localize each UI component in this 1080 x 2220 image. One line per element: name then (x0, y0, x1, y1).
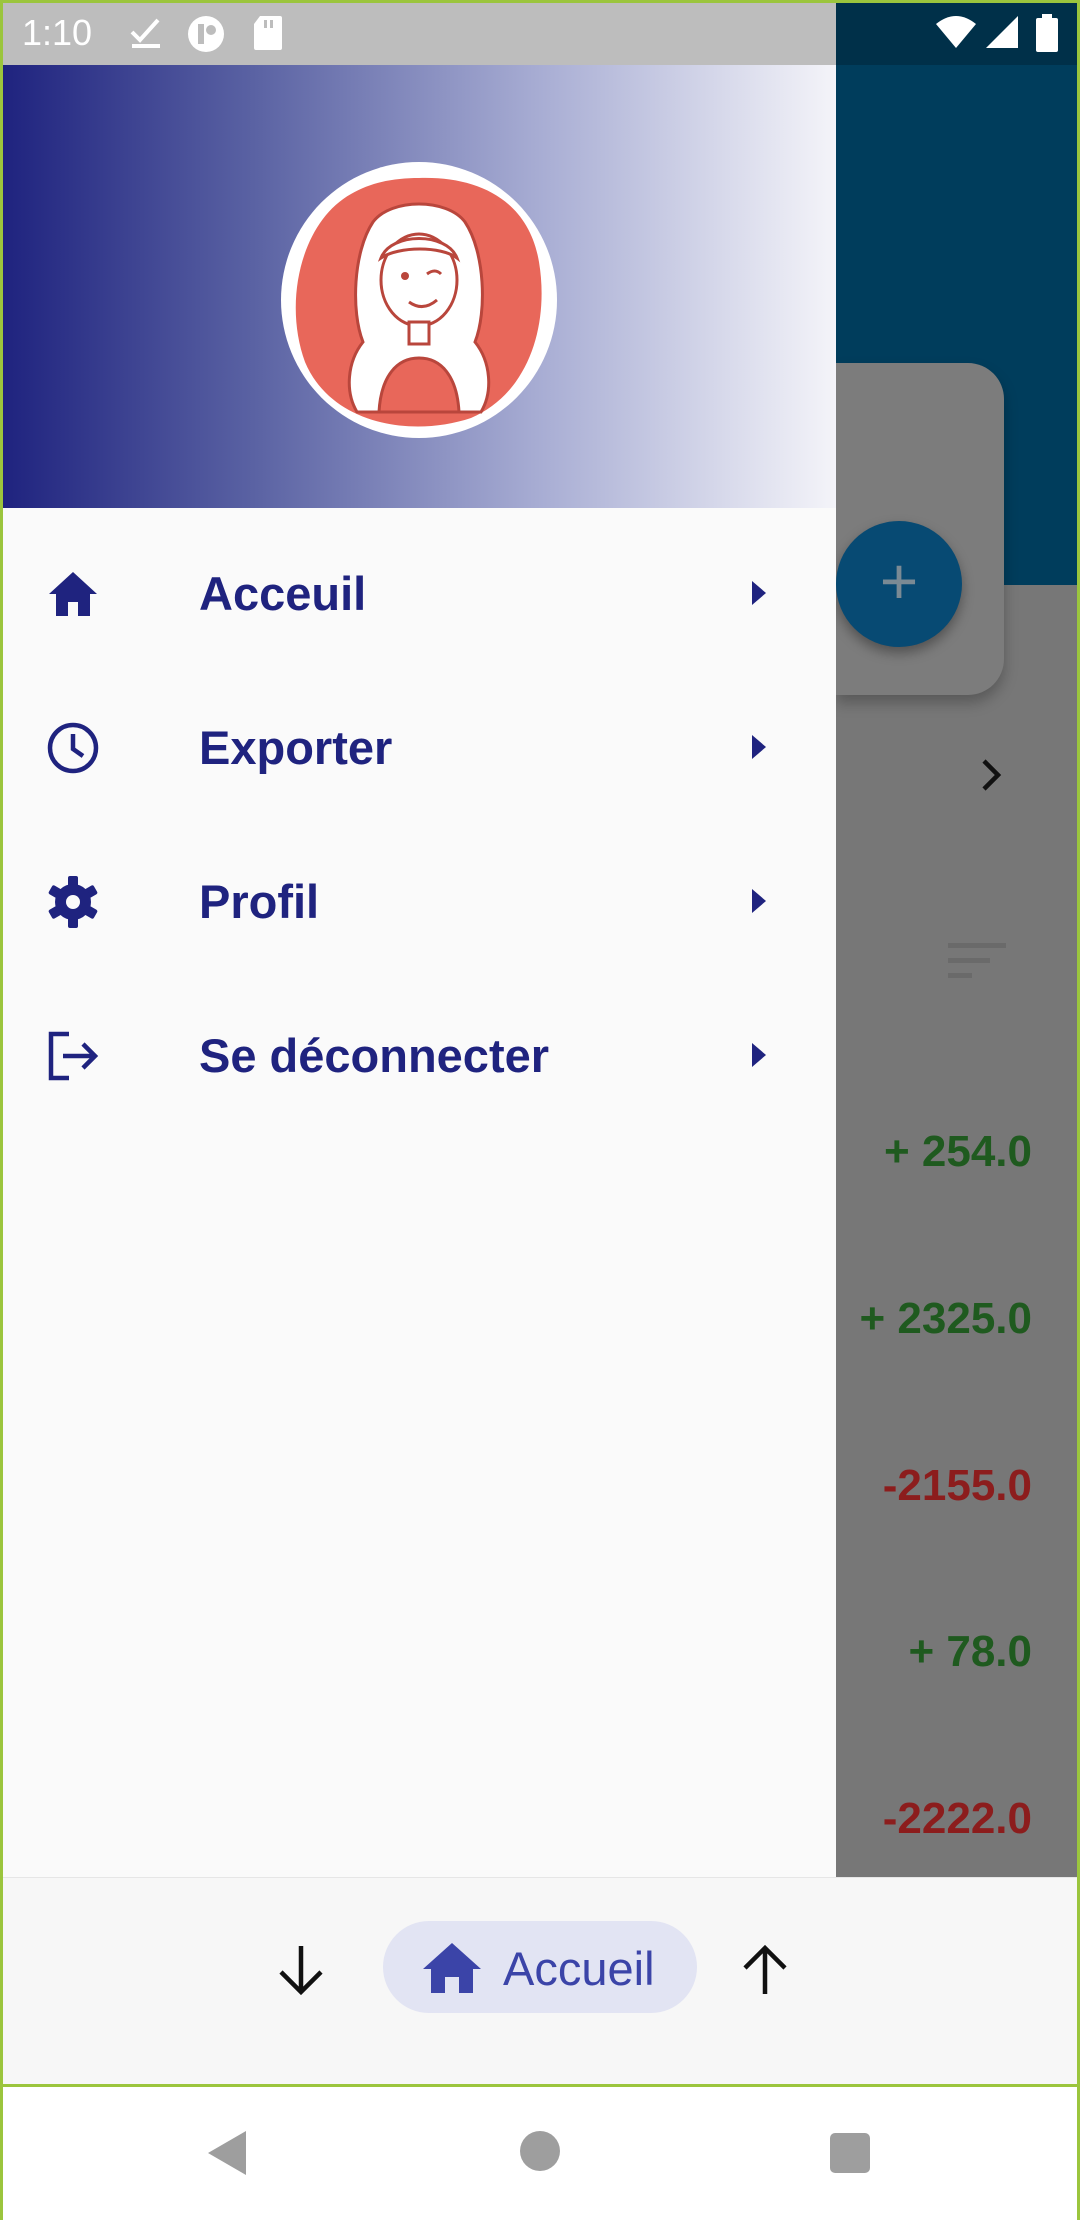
transaction-amount: -2155.0 (882, 1461, 1032, 1510)
arrow-right-icon (752, 735, 766, 759)
logout-icon (48, 1031, 99, 1081)
drawer-item-acceuil[interactable]: Acceuil (3, 516, 836, 670)
bottom-navigation: Accueil (3, 1877, 1077, 2085)
gear-icon (48, 876, 98, 928)
divider (3, 2084, 1077, 2087)
app-notification-icon (188, 16, 224, 52)
arrow-right-icon (752, 1043, 766, 1067)
wifi-icon (936, 16, 976, 48)
arrow-up-icon[interactable] (737, 1942, 793, 1998)
add-fab-button[interactable]: + (836, 521, 962, 647)
arrow-down-icon[interactable] (273, 1942, 329, 1998)
drawer-item-label: Acceuil (199, 567, 367, 620)
bottom-nav-item-accueil[interactable]: Accueil (383, 1921, 697, 2013)
status-time: 1:10 (22, 12, 93, 53)
battery-icon (1036, 14, 1058, 52)
drawer-header (3, 65, 836, 508)
signal-icon (986, 16, 1018, 48)
recents-button[interactable] (830, 2133, 870, 2173)
arrow-right-icon (752, 889, 766, 913)
arrow-right-icon (752, 581, 766, 605)
user-avatar-illustration (295, 177, 542, 427)
transaction-amount: + 254.0 (883, 1127, 1032, 1176)
drawer-item-exporter[interactable]: Exporter (3, 670, 836, 824)
status-bar: 1:10 (0, 0, 1080, 65)
back-icon[interactable] (206, 2129, 250, 2177)
add-icon: + (879, 544, 919, 618)
clock-icon (47, 722, 99, 774)
drawer-item-label: Exporter (199, 721, 393, 774)
sort-icon[interactable] (948, 941, 1008, 981)
bottom-nav-label: Accueil (503, 1942, 655, 1995)
navigation-drawer: Acceuil Exporter Profil Se déconnecter (3, 65, 836, 1877)
transaction-amount: + 78.0 (908, 1627, 1032, 1676)
sd-card-icon (254, 16, 282, 50)
background-app-scrim[interactable]: + + 254.0 + 2325.0 -2155.0 + 78.0 -2222.… (836, 65, 1080, 1877)
drawer-item-profil[interactable]: Profil (3, 824, 836, 978)
home-button[interactable] (520, 2131, 560, 2171)
drawer-item-label: Profil (199, 875, 320, 928)
drawer-item-se-deconnecter[interactable]: Se déconnecter (3, 978, 836, 1132)
chevron-right-icon[interactable] (976, 755, 1006, 795)
drawer-item-label: Se déconnecter (199, 1029, 550, 1082)
home-icon (49, 572, 97, 616)
transaction-amount: + 2325.0 (859, 1294, 1033, 1343)
download-done-icon (130, 18, 160, 48)
system-navigation-bar (0, 2087, 1080, 2220)
avatar[interactable] (281, 162, 557, 438)
home-icon (423, 1943, 481, 1993)
transaction-amount: -2222.0 (882, 1794, 1032, 1843)
